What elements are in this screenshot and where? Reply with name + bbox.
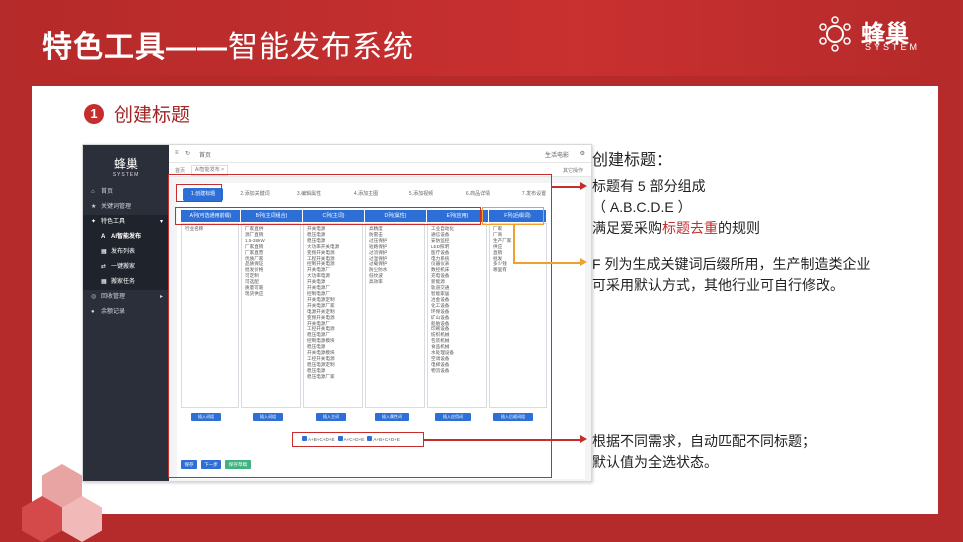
sidebar-label: 特色工具 [101, 219, 126, 225]
other-actions-menu[interactable]: 其它操作 [563, 167, 583, 174]
f-column-highlight [482, 207, 544, 225]
refresh-icon[interactable]: ↻ [185, 150, 190, 157]
arrow-right-icon [580, 435, 587, 443]
title-sub: 智能发布系统 [228, 31, 414, 64]
grid-icon: ▦ [101, 279, 107, 285]
menu-icon[interactable]: ≡ [175, 150, 179, 156]
settings-icon[interactable]: ⚙ [580, 150, 585, 157]
logo-subtext: SYSTEM [865, 42, 921, 52]
note-line: 可采用默认方式，其他行业可自行修改。 [592, 277, 844, 293]
note-f-column: F 列为生成关键词后缀所用，生产制造类企业 可采用默认方式，其他行业可自行修改。 [592, 254, 870, 296]
connector-line [513, 262, 583, 264]
app-topbar: ≡ ↻ 首页 生活电影 ⚙ [169, 145, 591, 163]
note-highlight: 标题去重 [662, 220, 718, 236]
sidebar-label: 余额记录 [101, 309, 126, 315]
note-text: 满足爱采购 [592, 220, 662, 236]
hive-logo-icon [819, 16, 851, 52]
step-number-badge: 1 [84, 103, 104, 124]
note-title-parts: 标题有 5 部分组成 （ A.B.C.D.E ） 满足爱采购标题去重的规则 [592, 176, 760, 239]
sidebar-item-move-tasks[interactable]: ▦ 搬家任务 [83, 275, 169, 290]
thumb-icon: ✦ [91, 219, 97, 225]
user-menu[interactable]: 生活电影 [545, 150, 569, 159]
sidebar-label: 发布列表 [111, 249, 136, 255]
app-logo-text: 蜂巢 [113, 157, 138, 171]
arrow-right-icon [580, 258, 587, 266]
recycle-icon: ◎ [91, 294, 97, 300]
note-line: 默认值为全选状态。 [592, 454, 718, 470]
step-title-text: 创建标题 [114, 105, 191, 126]
checkbox-highlight [292, 432, 424, 447]
sidebar-item-ai-publish[interactable]: A AI智能发布 [83, 230, 169, 245]
connector-line [424, 439, 582, 441]
grid-icon: ▦ [101, 249, 107, 255]
breadcrumb: 首页 [199, 153, 212, 159]
sidebar-label: 搬家任务 [111, 279, 136, 285]
note-line: F 列为生成关键词后缀所用，生产制造类企业 [592, 256, 871, 272]
slide-header: 特色工具——智能发布系统 蜂巢 SYSTEM [0, 0, 963, 76]
note-line: 满足爱采购标题去重的规则 [592, 218, 760, 239]
tab-home[interactable]: 首页 [175, 167, 185, 174]
sidebar-item-balance[interactable]: ● 余额记录 [83, 305, 169, 320]
ai-icon: A [101, 234, 106, 240]
connector-line [513, 225, 515, 262]
note-line: 根据不同需求，自动匹配不同标题； [592, 433, 816, 449]
move-icon: ⇄ [101, 264, 107, 270]
app-sidebar-logo: 蜂巢 SYSTEM [112, 157, 140, 178]
title-main: 特色工具—— [42, 31, 228, 64]
app-sidebar: 蜂巢 SYSTEM ⌂ 首页 ★ 关键词管理 ✦ 特色工具 ▾ A AI智能发布 ▦ 发布列表… [83, 145, 169, 481]
sidebar-item-move[interactable]: ⇄ 一键搬家 [83, 260, 169, 275]
home-icon: ⌂ [91, 189, 95, 195]
sidebar-label: 一键搬家 [111, 264, 136, 270]
sidebar-label: 关键词管理 [101, 204, 132, 210]
brand-logo: 蜂巢 SYSTEM [815, 12, 935, 58]
note-line: 标题有 5 部分组成 [592, 178, 706, 194]
chevron-right-icon: ▸ [159, 294, 163, 300]
slide-panel: 1 创建标题 蜂巢 SYSTEM ⌂ 首页 ★ 关键词管理 ✦ 特色工具 ▾ A AI智能发… [32, 86, 938, 514]
connector-line [552, 186, 582, 188]
sidebar-item-publish-list[interactable]: ▦ 发布列表 [83, 245, 169, 260]
sidebar-label: 回收管理 [101, 294, 126, 300]
star-icon: ★ [91, 204, 97, 210]
user-icon: ● [91, 309, 95, 315]
note-text: 的规则 [718, 220, 760, 236]
arrow-right-icon [580, 182, 587, 190]
note-line: （ A.B.C.D.E ） [592, 199, 692, 215]
sidebar-item-recycle[interactable]: ◎ 回收管理 ▸ [83, 290, 169, 305]
sidebar-item-tools[interactable]: ✦ 特色工具 ▾ [83, 215, 169, 230]
sidebar-item-keywords[interactable]: ★ 关键词管理 [83, 200, 169, 215]
sidebar-item-home[interactable]: ⌂ 首页 [83, 185, 169, 200]
slide-title: 特色工具——智能发布系统 [42, 22, 414, 66]
note-combos: 根据不同需求，自动匹配不同标题； 默认值为全选状态。 [592, 431, 816, 473]
step-heading: 1 创建标题 [84, 100, 190, 127]
sidebar-label: AI智能发布 [111, 234, 142, 240]
notes-title: 创建标题： [592, 152, 673, 169]
chevron-down-icon: ▾ [159, 219, 163, 225]
sidebar-label: 首页 [101, 189, 114, 195]
